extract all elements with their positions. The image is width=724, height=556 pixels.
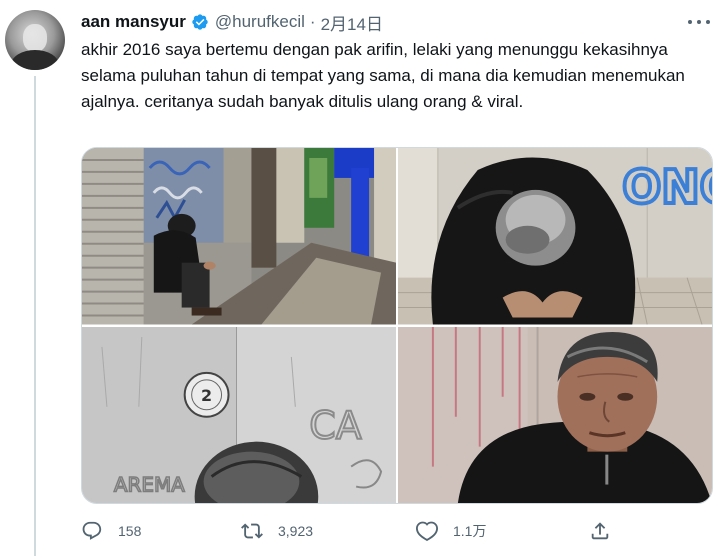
retweet-icon xyxy=(241,523,263,539)
graffiti-ca-text: CA xyxy=(309,403,361,447)
heart-icon xyxy=(416,521,438,542)
author-handle[interactable]: @hurufkecil xyxy=(215,12,305,32)
share-button[interactable] xyxy=(589,516,611,546)
more-dot xyxy=(706,20,710,24)
thread-line xyxy=(34,76,36,556)
share-icon xyxy=(591,522,609,540)
graffiti-arema-text: AREMA xyxy=(114,472,185,496)
like-button[interactable]: 1.1万 xyxy=(416,516,486,546)
like-count: 1.1万 xyxy=(453,523,487,539)
media-grid: ONO 2 xyxy=(81,147,713,504)
header-separator: · xyxy=(309,12,316,31)
action-bar: 158 3,923 1.1万 xyxy=(81,516,641,546)
photo-man-head-bowed[interactable]: ONO xyxy=(398,148,712,325)
more-dot xyxy=(697,20,701,24)
photo-elderly-man-portrait[interactable] xyxy=(398,326,712,503)
tweet-header: aan mansyur @hurufkecil · 2月14日 xyxy=(81,10,383,35)
photo-man-sitting-street[interactable] xyxy=(82,148,396,325)
more-dots-icon[interactable] xyxy=(688,12,710,32)
retweet-count: 3,923 xyxy=(278,523,314,539)
author-name[interactable]: aan mansyur xyxy=(81,12,186,32)
avatar-column xyxy=(5,10,67,70)
wall-graffiti-text: ONO xyxy=(622,160,712,214)
tweet-date[interactable]: 2月14日 xyxy=(321,10,383,35)
more-dot xyxy=(688,20,692,24)
avatar-shoulder xyxy=(11,50,59,70)
avatar[interactable] xyxy=(5,10,65,70)
avatar-face xyxy=(23,24,47,52)
photo-back-of-head-wall[interactable]: 2 AREMA CA xyxy=(82,326,396,503)
reply-count: 158 xyxy=(118,523,142,539)
retweet-button[interactable]: 3,923 xyxy=(241,516,313,546)
sticker-number-text: 2 xyxy=(201,385,212,404)
reply-button[interactable]: 158 xyxy=(81,516,141,546)
tweet-text: akhir 2016 saya bertemu dengan pak arifi… xyxy=(81,40,685,111)
reply-icon xyxy=(82,521,102,540)
verified-badge-icon xyxy=(191,13,209,31)
